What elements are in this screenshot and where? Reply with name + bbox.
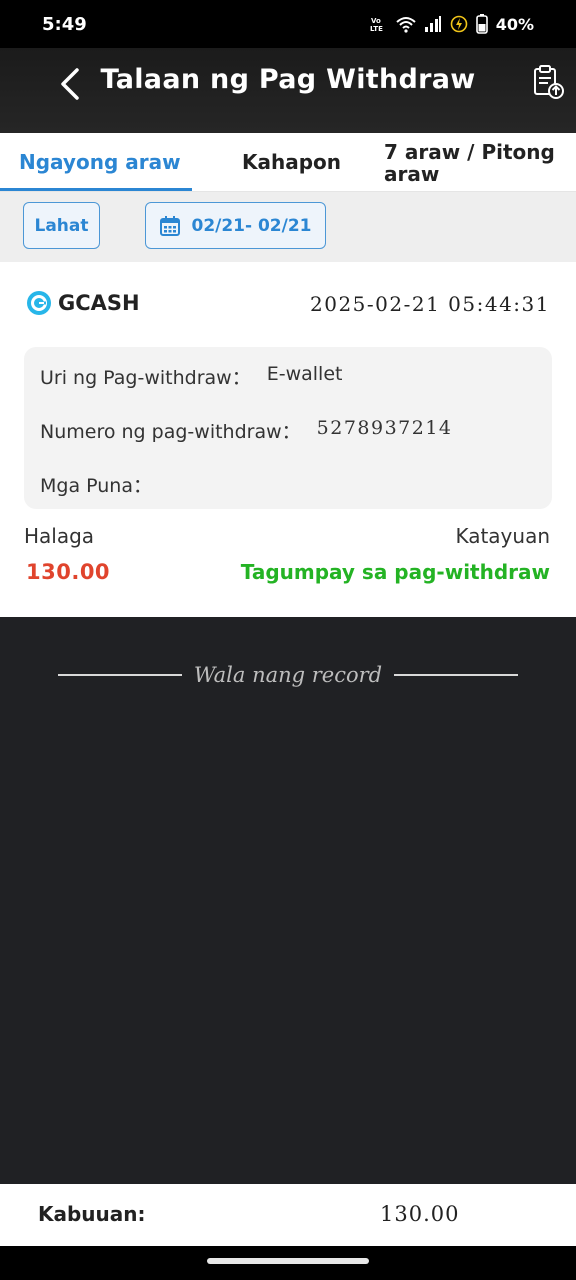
signal-icon xyxy=(424,15,442,33)
svg-text:Vo: Vo xyxy=(371,17,381,25)
gcash-logo: GCASH xyxy=(26,290,140,316)
status-icons: Vo LTE 40% xyxy=(370,14,534,34)
remarks-row: Mga Puna： xyxy=(40,471,168,498)
wifi-icon xyxy=(396,15,416,33)
total-value: 130.00 xyxy=(380,1202,460,1226)
calendar-icon xyxy=(160,215,181,236)
withdraw-record-card[interactable]: GCASH 2025-02-21 05:44:31 Uri ng Pag-wit… xyxy=(0,262,576,617)
total-footer: Kabuuan: 130.00 xyxy=(0,1184,576,1246)
battery-saver-icon xyxy=(450,15,468,33)
filter-all-label: Lahat xyxy=(34,215,89,236)
payment-method: GCASH xyxy=(58,291,140,315)
active-tab-indicator xyxy=(0,188,192,191)
filter-all-button[interactable]: Lahat xyxy=(23,202,100,249)
home-gesture-bar[interactable] xyxy=(207,1258,369,1264)
record-datetime: 2025-02-21 05:44:31 xyxy=(310,292,550,316)
record-details: Uri ng Pag-withdraw： E-wallet Numero ng … xyxy=(24,347,552,509)
amount-value: 130.00 xyxy=(26,560,111,584)
divider-left xyxy=(58,674,182,676)
period-tabs: Ngayong araw Kahapon 7 araw / Pitong ara… xyxy=(0,133,576,192)
status-bar: 5:49 Vo LTE 40% xyxy=(0,0,576,48)
export-records-button[interactable] xyxy=(528,62,568,102)
system-nav-bar xyxy=(0,1246,576,1280)
status-time: 5:49 xyxy=(42,13,87,35)
no-more-records-text: Wala nang record xyxy=(193,663,383,687)
app-header: Talaan ng Pag Withdraw xyxy=(0,48,576,133)
withdraw-number-label: Numero ng pag-withdraw： xyxy=(40,421,301,443)
clipboard-upload-icon xyxy=(534,65,564,99)
volte-icon: Vo LTE xyxy=(370,15,388,33)
remarks-label: Mga Puna： xyxy=(40,475,152,497)
date-range-picker[interactable]: 02/21- 02/21 xyxy=(145,202,326,249)
amount-label: Halaga xyxy=(24,524,95,548)
date-range-text: 02/21- 02/21 xyxy=(191,215,312,236)
filter-bar: Lahat 02/21- 02/21 xyxy=(0,192,576,262)
withdraw-number-value: 5278937214 xyxy=(316,417,453,439)
status-label: Katayuan xyxy=(455,524,550,548)
total-label: Kabuuan: xyxy=(38,1202,146,1226)
tab-yesterday[interactable]: Kahapon xyxy=(242,133,341,191)
withdraw-type-value: E-wallet xyxy=(266,363,343,385)
tab-today[interactable]: Ngayong araw xyxy=(19,133,181,191)
tab-seven-days[interactable]: 7 araw / Pitong araw xyxy=(384,133,570,191)
no-more-records: Wala nang record xyxy=(58,660,519,690)
status-value: Tagumpay sa pag-withdraw xyxy=(240,560,550,584)
divider-right xyxy=(394,674,519,676)
gcash-icon xyxy=(27,291,51,315)
svg-text:LTE: LTE xyxy=(370,25,383,33)
withdraw-type-label: Uri ng Pag-withdraw： xyxy=(40,367,251,389)
withdraw-number-row: Numero ng pag-withdraw： 5278937214 xyxy=(40,417,453,444)
battery-icon xyxy=(475,14,488,34)
battery-percent: 40% xyxy=(495,14,534,34)
page-title: Talaan ng Pag Withdraw xyxy=(100,64,476,95)
withdraw-type-row: Uri ng Pag-withdraw： E-wallet xyxy=(40,363,342,390)
